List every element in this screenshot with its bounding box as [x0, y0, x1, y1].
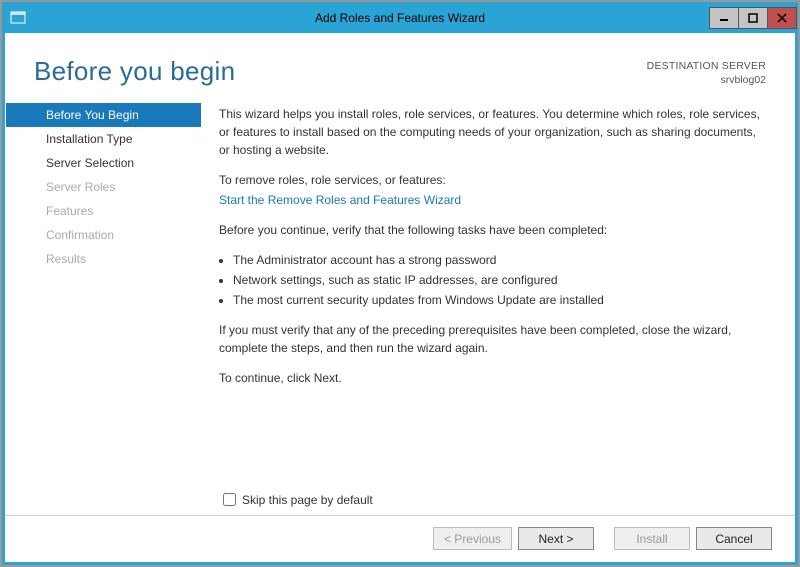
continue-note: To continue, click Next.	[219, 369, 766, 387]
maximize-button[interactable]	[738, 7, 768, 29]
wizard-body: Before you begin DESTINATION SERVER srvb…	[6, 36, 794, 561]
wizard-window: Add Roles and Features Wizard Before you…	[2, 2, 798, 565]
prereq-item: Network settings, such as static IP addr…	[233, 271, 766, 289]
wizard-footer: < Previous Next > Install Cancel	[6, 515, 794, 561]
prereq-list: The Administrator account has a strong p…	[219, 251, 766, 309]
minimize-button[interactable]	[709, 7, 739, 29]
window-buttons	[710, 7, 797, 29]
wizard-main: This wizard helps you install roles, rol…	[201, 97, 766, 484]
close-button[interactable]	[767, 7, 797, 29]
skip-checkbox[interactable]	[223, 493, 236, 506]
intro-text: This wizard helps you install roles, rol…	[219, 105, 766, 159]
nav-results: Results	[6, 247, 201, 271]
cancel-button[interactable]: Cancel	[696, 527, 772, 550]
prereq-item: The most current security updates from W…	[233, 291, 766, 309]
nav-installation-type[interactable]: Installation Type	[6, 127, 201, 151]
previous-button: < Previous	[433, 527, 512, 550]
titlebar[interactable]: Add Roles and Features Wizard	[3, 3, 797, 33]
nav-server-roles: Server Roles	[6, 175, 201, 199]
nav-features: Features	[6, 199, 201, 223]
remove-prompt: To remove roles, role services, or featu…	[219, 171, 766, 189]
wizard-nav: Before You Begin Installation Type Serve…	[6, 97, 201, 484]
skip-row: Skip this page by default	[6, 484, 794, 515]
nav-before-you-begin[interactable]: Before You Begin	[6, 103, 201, 127]
wizard-header: Before you begin DESTINATION SERVER srvb…	[6, 36, 794, 97]
next-button[interactable]: Next >	[518, 527, 594, 550]
remove-roles-link[interactable]: Start the Remove Roles and Features Wiza…	[219, 193, 461, 207]
destination-label: DESTINATION SERVER	[647, 60, 766, 74]
verify-prompt: Before you continue, verify that the fol…	[219, 221, 766, 239]
destination-server: srvblog02	[647, 74, 766, 88]
prereq-item: The Administrator account has a strong p…	[233, 251, 766, 269]
nav-server-selection[interactable]: Server Selection	[6, 151, 201, 175]
wizard-content: Before You Begin Installation Type Serve…	[6, 97, 794, 484]
page-title: Before you begin	[34, 56, 647, 87]
skip-label: Skip this page by default	[242, 493, 373, 507]
destination-block: DESTINATION SERVER srvblog02	[647, 56, 766, 87]
install-button: Install	[614, 527, 690, 550]
verify-note: If you must verify that any of the prece…	[219, 321, 766, 357]
nav-confirmation: Confirmation	[6, 223, 201, 247]
window-title: Add Roles and Features Wizard	[3, 11, 797, 25]
app-icon	[9, 9, 27, 27]
